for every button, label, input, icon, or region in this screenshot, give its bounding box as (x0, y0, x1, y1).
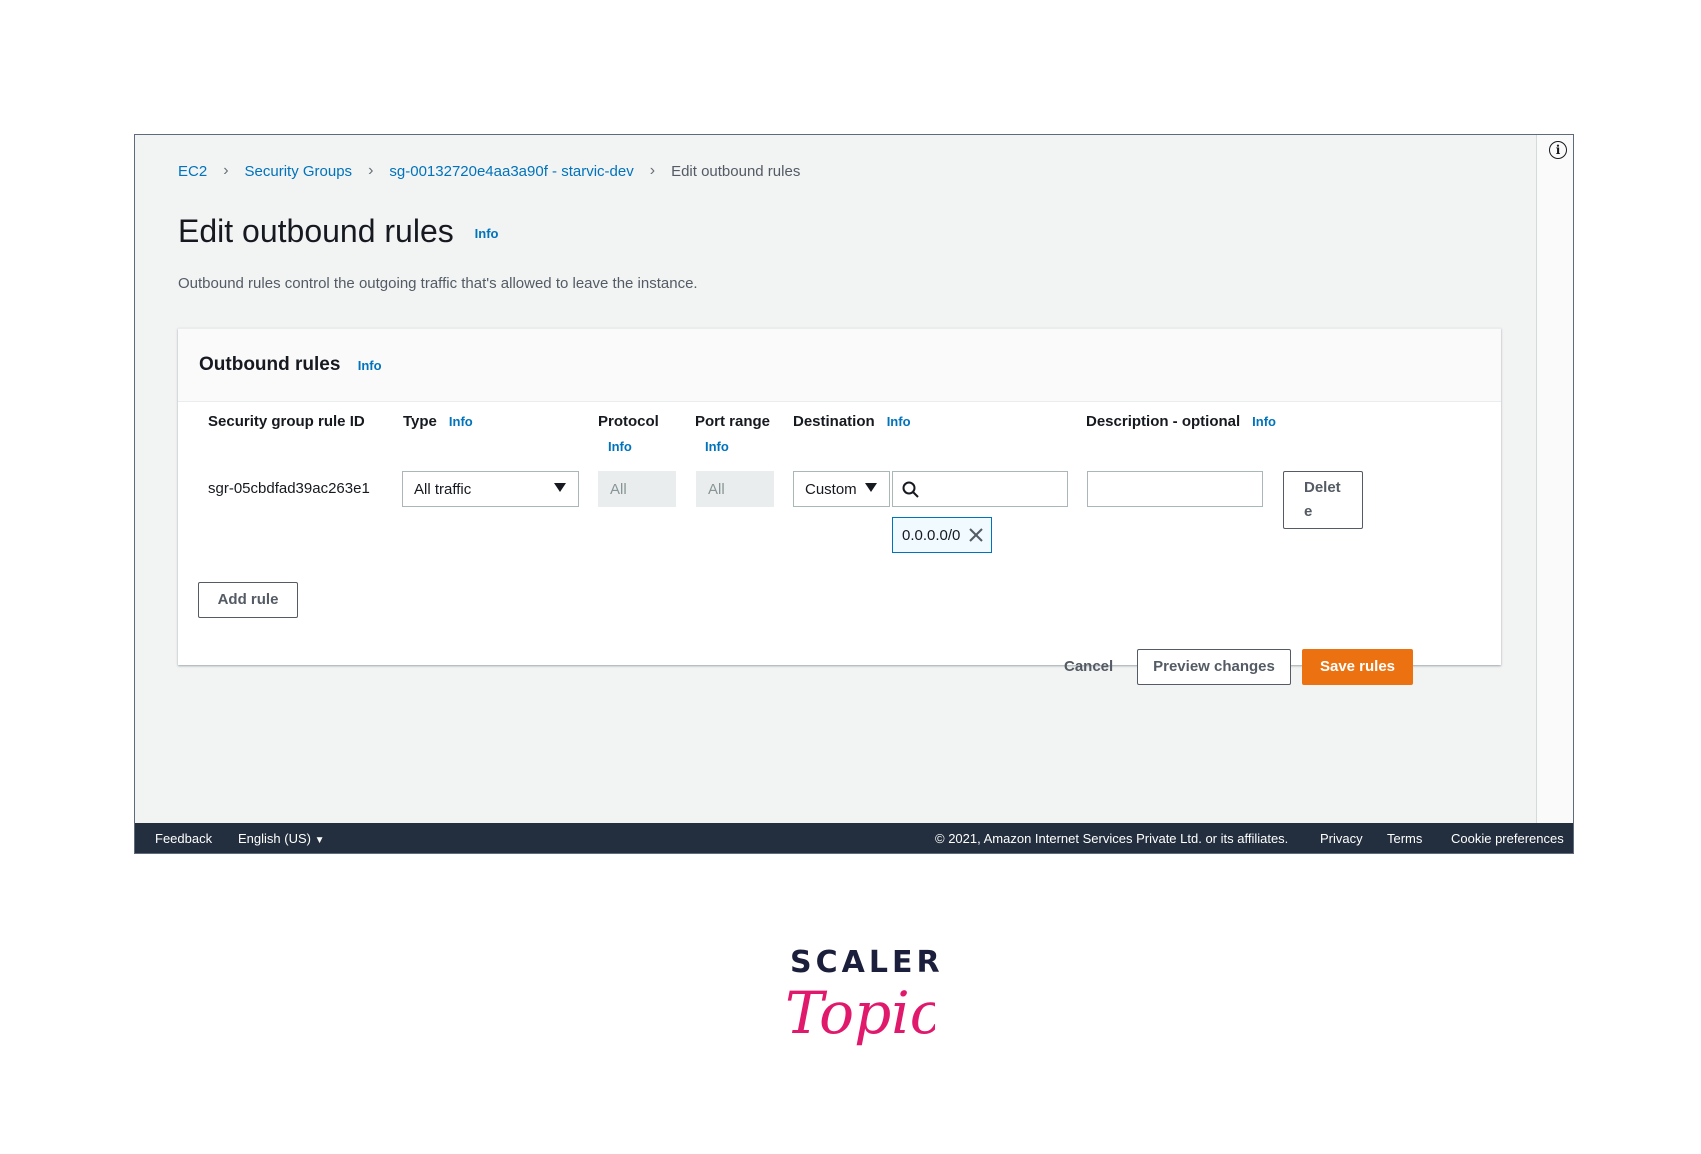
col-header-type: Type Info (403, 413, 473, 430)
panel-header: Outbound rules Info (178, 329, 1501, 402)
caret-down-icon: ▼ (314, 835, 325, 846)
panel-title: Outbound rules Info (199, 354, 382, 376)
col-header-type-label: Type (403, 413, 437, 430)
scaler-topics-logo: SCALER Topics (785, 945, 940, 1070)
description-input[interactable] (1087, 471, 1263, 507)
col-header-port-range: Port range (695, 413, 771, 430)
protocol-field: All (598, 471, 676, 507)
destination-search-input[interactable] (892, 471, 1068, 507)
page-title: Edit outbound rules Info (178, 213, 498, 250)
logo-topics-script: Topics (785, 979, 935, 1047)
page-description: Outbound rules control the outgoing traf… (178, 275, 698, 292)
col-header-rule-id: Security group rule ID (208, 413, 365, 430)
right-rail: i (1536, 135, 1573, 825)
col-header-protocol: Protocol (598, 413, 659, 430)
port-range-info-link[interactable]: Info (705, 439, 729, 454)
breadcrumb-security-groups[interactable]: Security Groups (245, 163, 353, 180)
info-panel-icon[interactable]: i (1549, 141, 1567, 159)
destination-token-value: 0.0.0.0/0 (902, 526, 961, 544)
outbound-rules-panel: Outbound rules Info Security group rule … (178, 328, 1501, 665)
terms-link[interactable]: Terms (1387, 831, 1422, 846)
col-header-destination: Destination Info (793, 413, 911, 430)
destination-type-value: Custom (805, 480, 857, 498)
description-info-link[interactable]: Info (1252, 414, 1276, 429)
save-rules-button[interactable]: Save rules (1302, 649, 1413, 685)
privacy-link[interactable]: Privacy (1320, 831, 1363, 846)
col-header-destination-label: Destination (793, 413, 875, 430)
cookie-preferences-link[interactable]: Cookie preferences (1451, 831, 1564, 846)
feedback-link[interactable]: Feedback (155, 831, 212, 846)
col-header-description-label: Description - optional (1086, 413, 1241, 430)
col-header-description: Description - optional Info (1086, 413, 1276, 430)
delete-label-line2: e (1304, 503, 1313, 520)
rule-id-value: sgr-05cbdfad39ac263e1 (208, 480, 370, 497)
chevron-right-icon: › (649, 162, 656, 179)
protocol-info-link[interactable]: Info (608, 439, 632, 454)
destination-token: 0.0.0.0/0 (892, 517, 992, 553)
caret-down-icon (865, 483, 877, 492)
close-icon[interactable] (967, 526, 985, 544)
preview-changes-button[interactable]: Preview changes (1137, 649, 1291, 685)
caret-down-icon (554, 483, 566, 492)
footer: Feedback English (US) ▼ © 2021, Amazon I… (135, 823, 1573, 853)
protocol-value: All (610, 480, 627, 498)
logo-topics-text: Topics (785, 979, 935, 1047)
breadcrumb-ec2[interactable]: EC2 (178, 163, 207, 180)
chevron-right-icon: › (223, 162, 229, 179)
port-range-value: All (708, 480, 725, 498)
page-info-link[interactable]: Info (475, 226, 499, 241)
cancel-button[interactable]: Cancel (1064, 658, 1113, 675)
language-selector[interactable]: English (US) ▼ (238, 831, 325, 846)
destination-type-select[interactable]: Custom (793, 471, 890, 507)
page-title-text: Edit outbound rules (178, 213, 454, 249)
delete-label-line1: Delet (1304, 479, 1341, 496)
add-rule-button[interactable]: Add rule (198, 582, 298, 618)
console-window: i EC2 › Security Groups › sg-00132720e4a… (134, 134, 1574, 854)
destination-info-link[interactable]: Info (887, 414, 911, 429)
breadcrumb: EC2 › Security Groups › sg-00132720e4aa3… (178, 162, 800, 180)
port-range-field: All (696, 471, 774, 507)
breadcrumb-current: Edit outbound rules (671, 162, 801, 180)
copyright-text: © 2021, Amazon Internet Services Private… (935, 831, 1289, 846)
type-info-link[interactable]: Info (449, 414, 473, 429)
chevron-right-icon: › (368, 162, 374, 179)
panel-title-text: Outbound rules (199, 354, 341, 375)
search-icon (902, 481, 919, 498)
type-select[interactable]: All traffic (402, 471, 579, 507)
delete-rule-button[interactable]: Delet e (1283, 471, 1363, 529)
breadcrumb-security-group[interactable]: sg-00132720e4aa3a90f - starvic-dev (389, 163, 633, 180)
type-select-value: All traffic (414, 480, 472, 498)
language-label: English (US) (238, 831, 311, 846)
panel-info-link[interactable]: Info (358, 358, 382, 373)
